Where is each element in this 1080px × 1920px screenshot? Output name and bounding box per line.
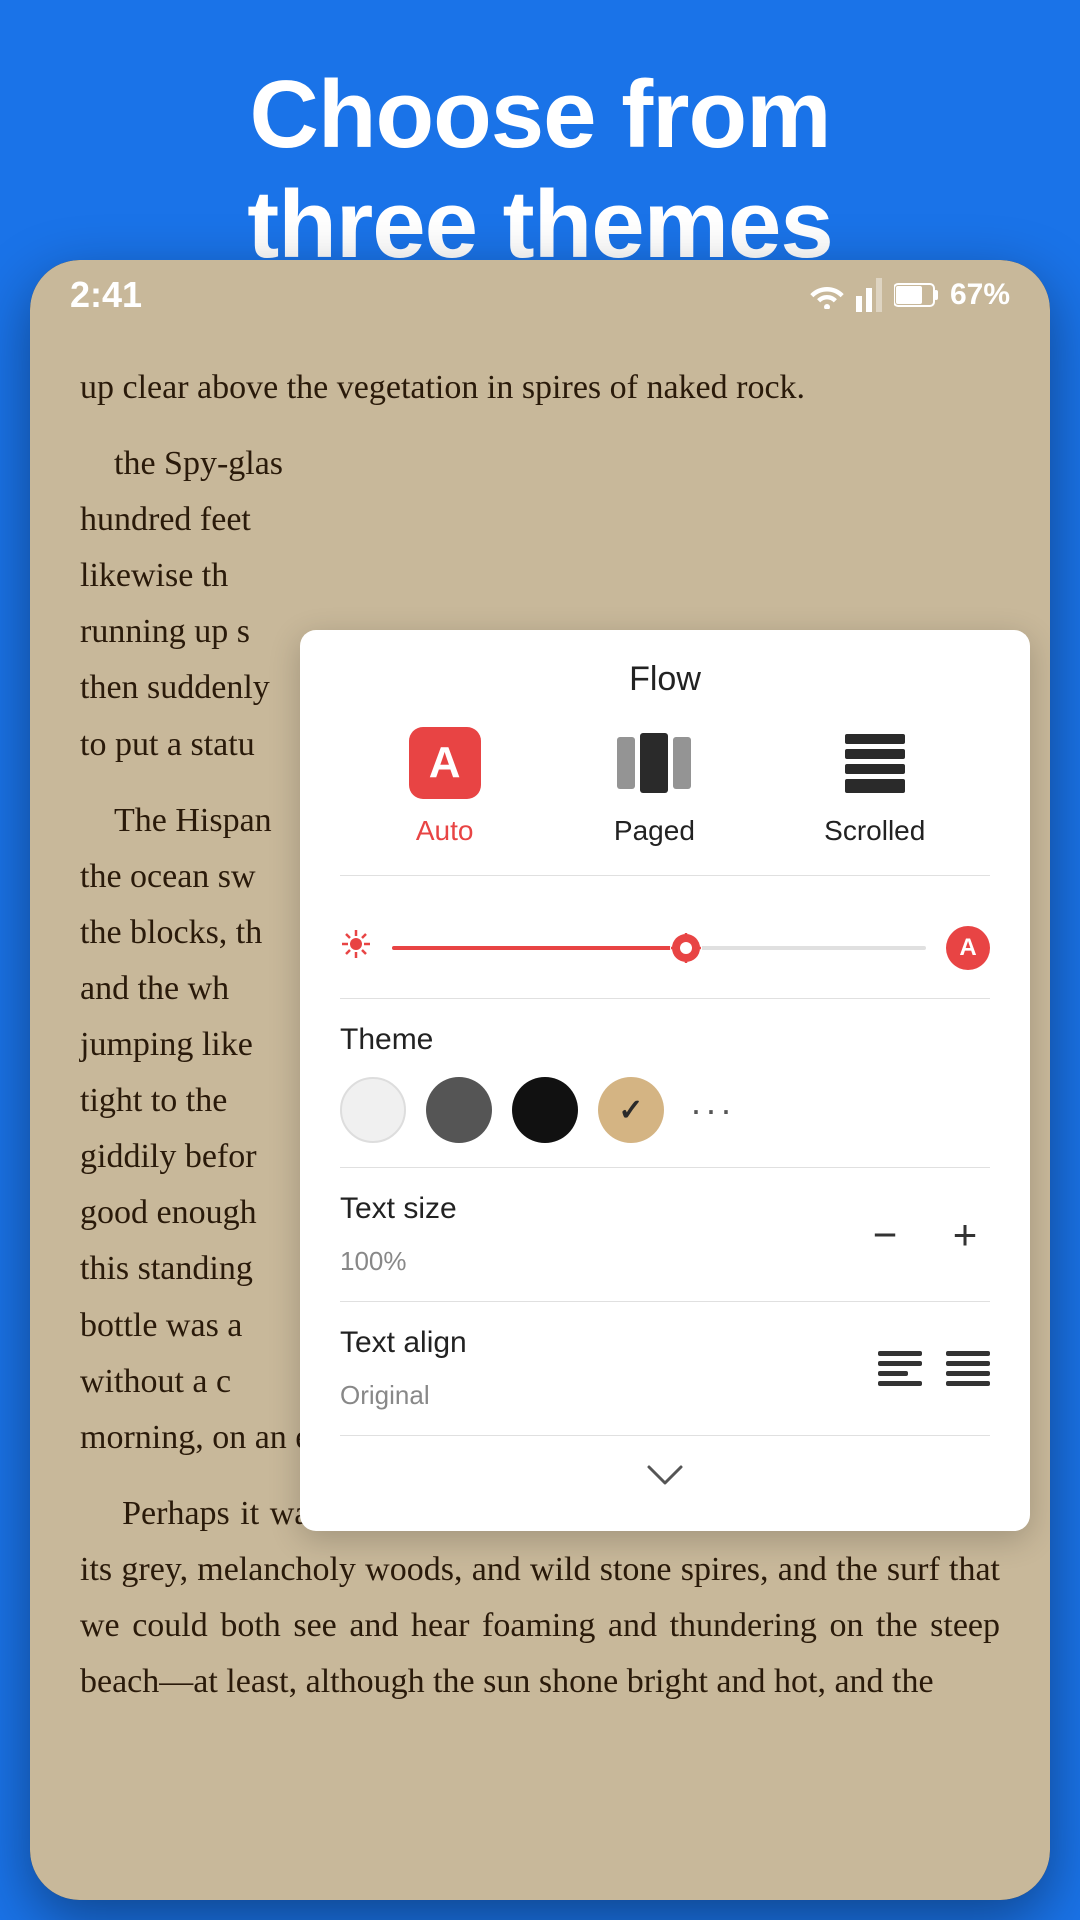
text-align-info: Text align Original <box>340 1326 467 1411</box>
theme-circles: ··· <box>340 1077 990 1143</box>
theme-more-button[interactable]: ··· <box>690 1089 735 1131</box>
text-align-row: Text align Original <box>340 1326 990 1411</box>
theme-white[interactable] <box>340 1077 406 1143</box>
align-left-button[interactable] <box>878 1351 922 1386</box>
text-align-controls <box>878 1351 990 1386</box>
battery-percentage: 67% <box>950 278 1010 312</box>
flow-options: A Auto Paged <box>340 723 990 876</box>
brightness-row: A <box>340 906 990 999</box>
scrolled-label: Scrolled <box>824 815 925 847</box>
text-align-label: Text align <box>340 1326 467 1360</box>
theme-label: Theme <box>340 1023 990 1057</box>
text-size-label: Text size <box>340 1192 457 1226</box>
device-screen: 2:41 <box>30 260 1050 1900</box>
auto-label: Auto <box>416 815 474 847</box>
brightness-fill <box>392 946 686 950</box>
brightness-auto-icon[interactable]: A <box>946 926 990 970</box>
brightness-thumb[interactable] <box>670 932 702 964</box>
wifi-icon <box>810 281 844 309</box>
theme-black[interactable] <box>512 1077 578 1143</box>
theme-section: Theme ··· <box>340 999 990 1168</box>
flow-panel: Flow A Auto <box>300 630 1030 1531</box>
status-time: 2:41 <box>70 274 142 316</box>
battery-icon <box>894 282 938 308</box>
text-size-controls: − + <box>860 1210 990 1260</box>
flow-option-paged[interactable]: Paged <box>614 723 695 847</box>
scrolled-icon <box>845 734 905 793</box>
text-align-subtitle: Original <box>340 1380 467 1411</box>
text-size-value: 100% <box>340 1246 457 1277</box>
align-justify-button[interactable] <box>946 1351 990 1386</box>
text-size-section: Text size 100% − + <box>340 1168 990 1302</box>
signal-icon <box>856 278 882 312</box>
align-justify-icon <box>946 1351 990 1386</box>
brightness-slider[interactable] <box>392 946 926 950</box>
scrolled-icon-wrapper <box>835 723 915 803</box>
status-bar: 2:41 <box>30 260 1050 330</box>
text-size-row: Text size 100% − + <box>340 1192 990 1277</box>
text-size-decrease-button[interactable]: − <box>860 1210 910 1260</box>
paged-label: Paged <box>614 815 695 847</box>
device-frame: 2:41 <box>30 260 1050 1900</box>
paged-icon <box>617 733 691 793</box>
flow-panel-title: Flow <box>340 660 990 699</box>
align-left-icon <box>878 1351 922 1386</box>
auto-icon-wrapper: A <box>405 723 485 803</box>
page-title: Choose fromthree themes <box>80 60 1000 281</box>
device-wrapper: 2:41 <box>30 260 1050 1920</box>
text-size-increase-button[interactable]: + <box>940 1210 990 1260</box>
flow-option-auto[interactable]: A Auto <box>405 723 485 847</box>
auto-icon: A <box>409 727 481 799</box>
paged-icon-wrapper <box>614 723 694 803</box>
text-size-info: Text size 100% <box>340 1192 457 1277</box>
theme-gray[interactable] <box>426 1077 492 1143</box>
status-icons: 67% <box>810 278 1010 312</box>
theme-sepia[interactable] <box>598 1077 664 1143</box>
collapse-button[interactable] <box>645 1452 685 1497</box>
brightness-sun-small-icon <box>340 928 372 969</box>
flow-option-scrolled[interactable]: Scrolled <box>824 723 925 847</box>
text-align-section: Text align Original <box>340 1302 990 1436</box>
chevron-row <box>340 1436 990 1501</box>
